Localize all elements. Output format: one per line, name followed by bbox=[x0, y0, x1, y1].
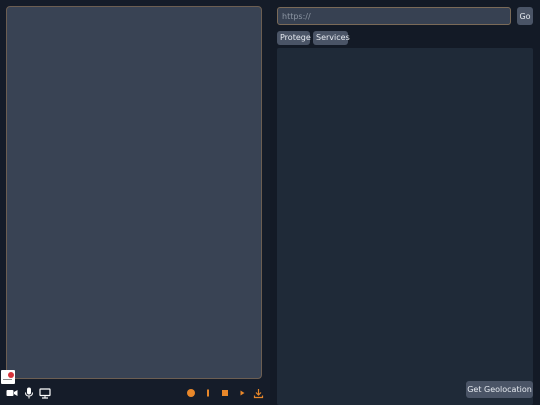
url-input[interactable] bbox=[277, 7, 511, 25]
app-root: Go Protege Services Get Geolocation bbox=[0, 0, 540, 405]
camera-icon[interactable] bbox=[5, 386, 19, 400]
record-icon[interactable] bbox=[184, 386, 198, 400]
go-button[interactable]: Go bbox=[517, 7, 533, 25]
stop-icon[interactable] bbox=[218, 386, 232, 400]
screen-share-icon[interactable] bbox=[38, 386, 52, 400]
logo-mark bbox=[8, 372, 14, 378]
media-controls bbox=[0, 383, 270, 405]
download-icon[interactable] bbox=[251, 386, 265, 400]
content-panel bbox=[277, 48, 533, 405]
get-geolocation-button[interactable]: Get Geolocation bbox=[466, 381, 533, 398]
microphone-icon[interactable] bbox=[22, 386, 36, 400]
media-column bbox=[0, 0, 270, 405]
tab-protege[interactable]: Protege bbox=[277, 31, 311, 45]
pause-icon[interactable] bbox=[201, 386, 215, 400]
play-icon[interactable] bbox=[235, 386, 249, 400]
tab-services[interactable]: Services bbox=[313, 31, 350, 45]
logo-line bbox=[3, 379, 12, 380]
video-preview bbox=[6, 6, 262, 379]
app-logo bbox=[1, 370, 15, 384]
browser-column: Go Protege Services Get Geolocation bbox=[270, 0, 540, 405]
